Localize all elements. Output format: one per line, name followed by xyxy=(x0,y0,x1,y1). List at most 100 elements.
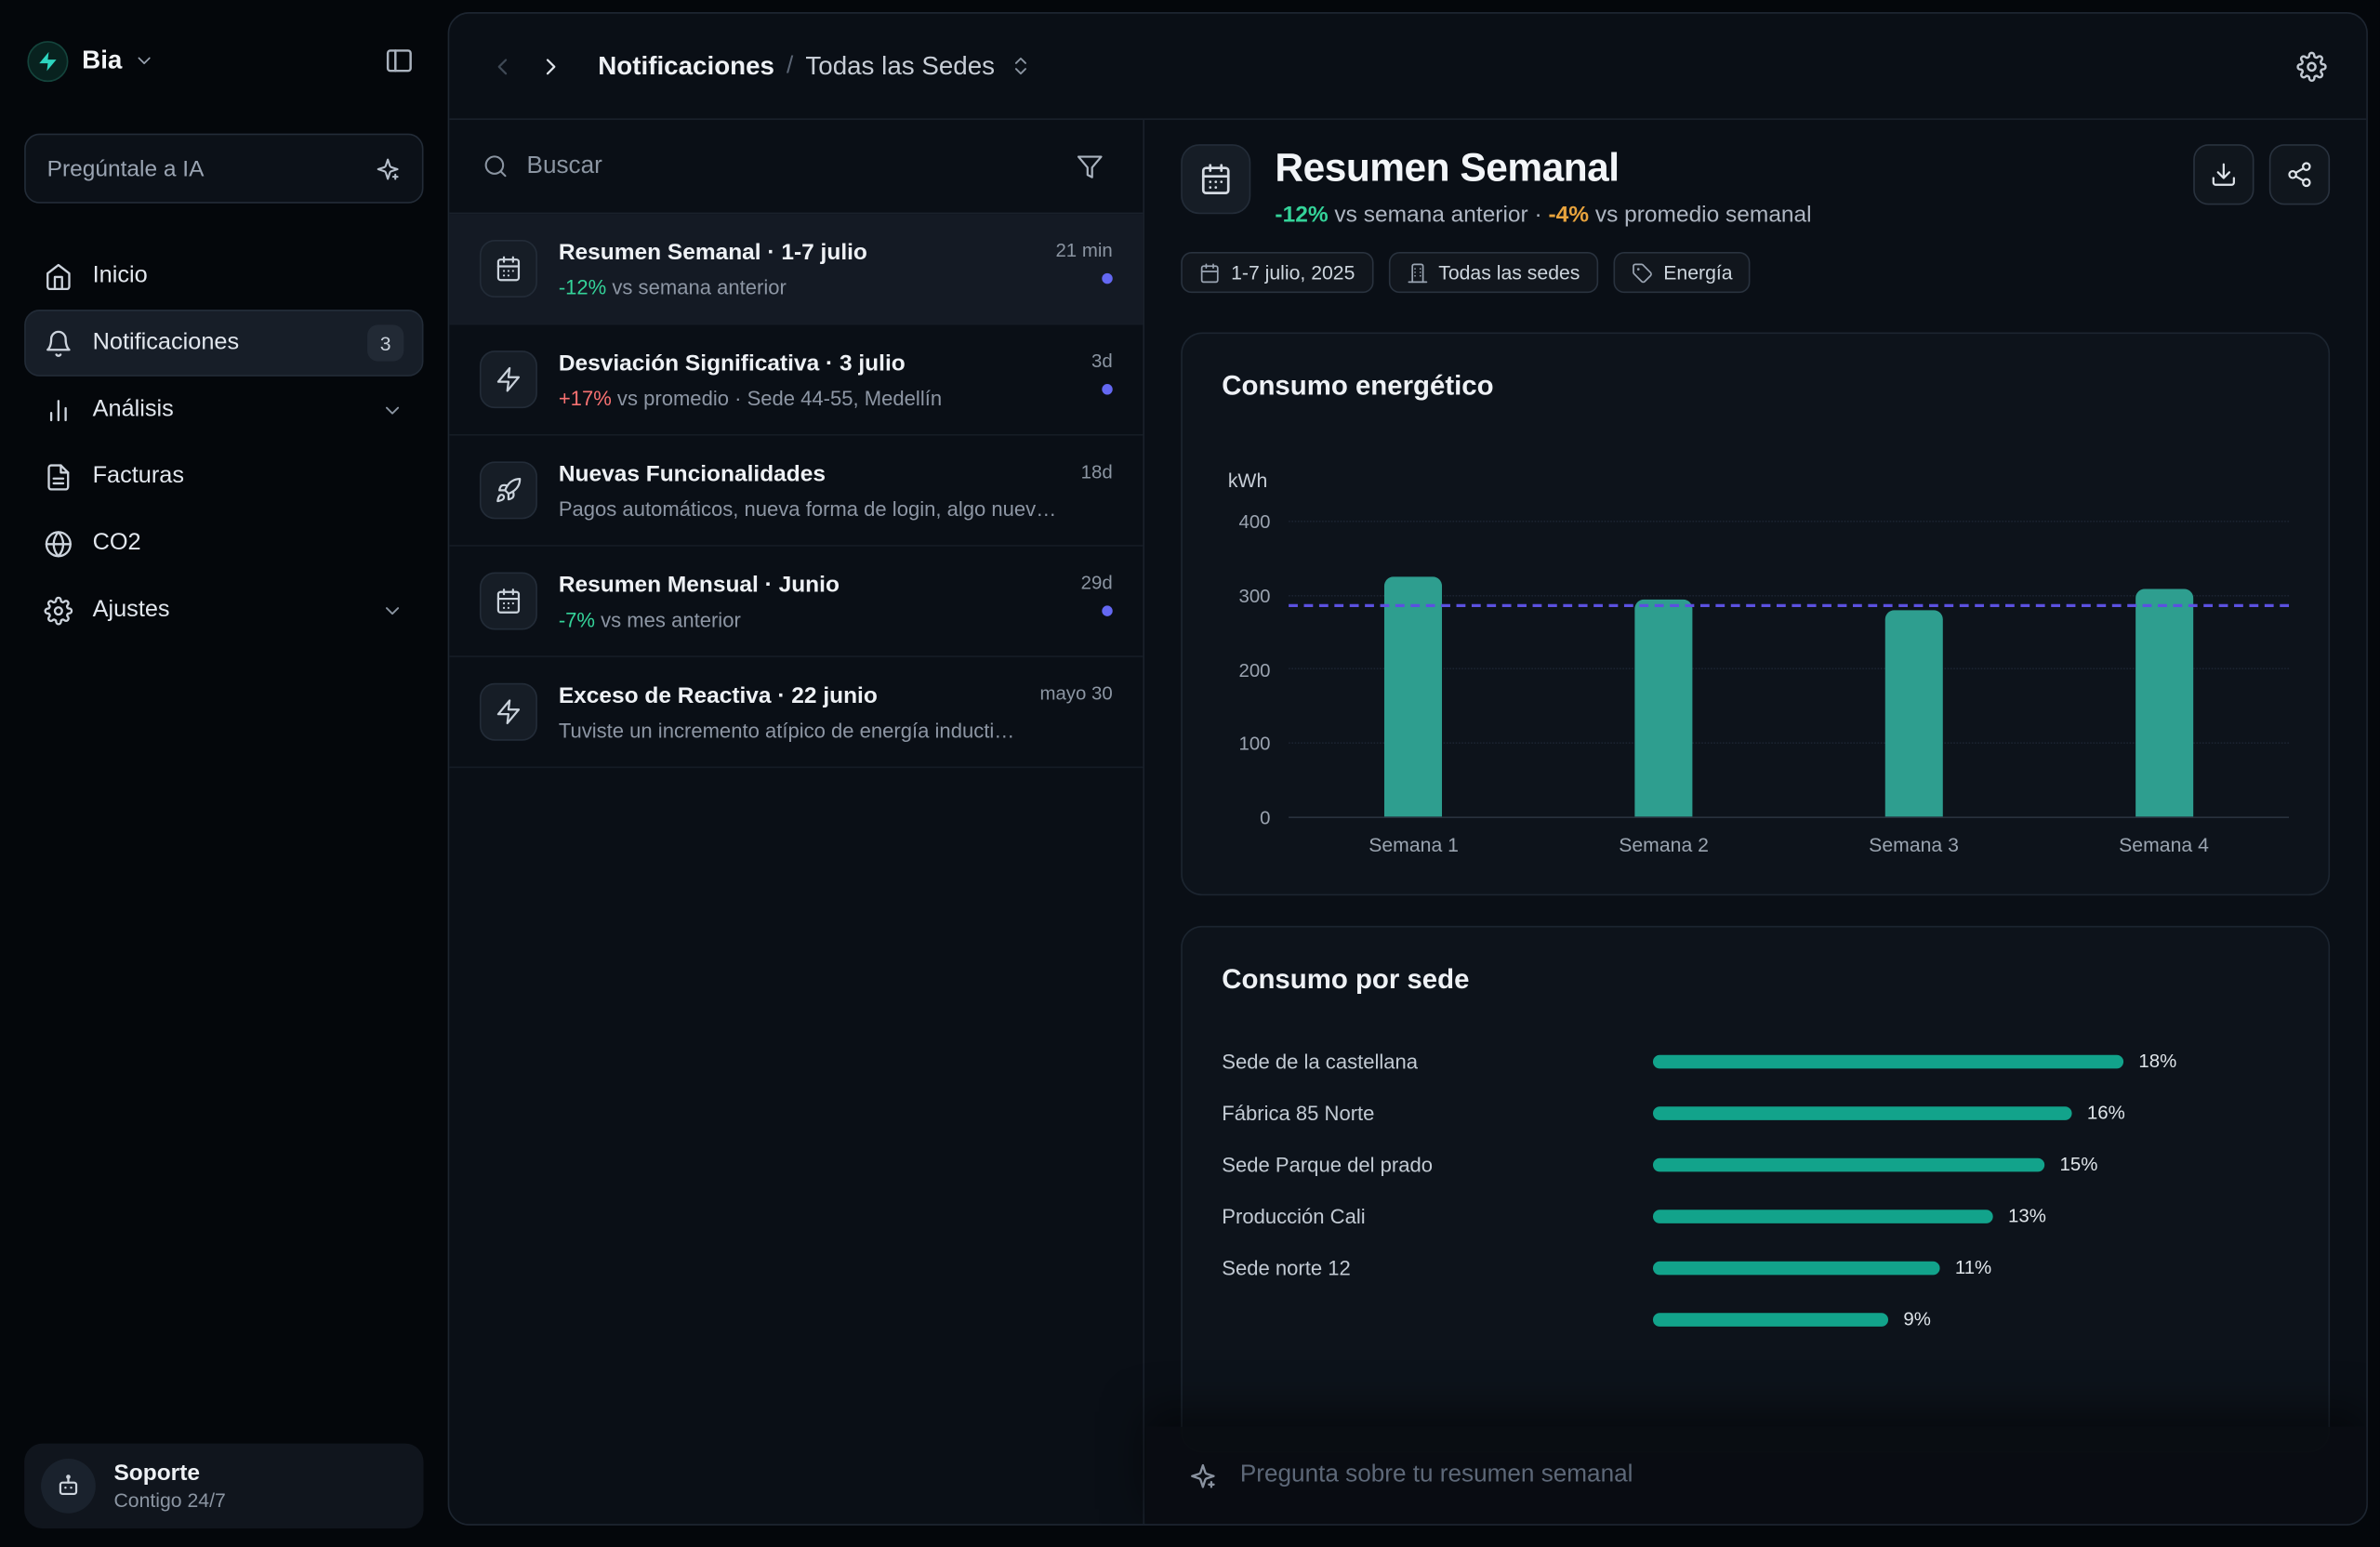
support-subtitle: Contigo 24/7 xyxy=(113,1489,225,1512)
detail-actions xyxy=(2193,144,2330,205)
rocket-icon xyxy=(480,461,537,519)
site-row: Sede Parque del prado 15% xyxy=(1222,1138,2289,1190)
bar-semana-3[interactable] xyxy=(1885,611,1943,817)
filter-funnel-icon[interactable] xyxy=(1070,147,1109,186)
notification-subtitle: +17% vs promedio · Sede 44-55, Medellín xyxy=(559,387,1070,409)
delta-vs-week: -12% xyxy=(1275,202,1328,228)
chip-sites[interactable]: Todas las sedes xyxy=(1388,252,1598,293)
notification-time: 29d xyxy=(1081,573,1113,594)
consumption-by-site-card: Consumo por sede Sede de la castellana 18… xyxy=(1181,926,2330,1453)
calendar-icon xyxy=(1181,144,1250,214)
unread-dot xyxy=(1102,273,1112,284)
sidebar-item-notificaciones[interactable]: Notificaciones 3 xyxy=(24,310,423,377)
site-bar[interactable] xyxy=(1653,1105,2072,1119)
site-row: Fábrica 85 Norte16% xyxy=(1222,1087,2289,1139)
notification-texts: Resumen Semanal · 1-7 julio -12% vs sema… xyxy=(559,240,1035,299)
page-title: Resumen Semanal xyxy=(1275,144,1811,192)
tag-icon xyxy=(1632,262,1653,284)
app-root: Bia Inicio Notificaciones 3 xyxy=(0,0,2380,1547)
notification-item-resumen-semanal[interactable]: Resumen Semanal · 1-7 julio -12% vs sema… xyxy=(449,214,1143,324)
site-value: 18% xyxy=(2138,1051,2176,1072)
download-button[interactable] xyxy=(2193,144,2254,205)
sidebar-item-analisis[interactable]: Análisis xyxy=(24,377,423,443)
app-logo-icon xyxy=(27,40,68,81)
ask-ai-box xyxy=(24,134,423,204)
invoice-icon xyxy=(44,462,73,491)
card-title: Consumo energético xyxy=(1222,370,2289,402)
globe-icon xyxy=(44,529,73,558)
notification-item-resumen-mensual[interactable]: Resumen Mensual · Junio -7% vs mes anter… xyxy=(449,547,1143,657)
site-bar[interactable] xyxy=(1653,1157,2044,1171)
site-bar[interactable] xyxy=(1653,1261,1940,1275)
calendar-icon xyxy=(480,240,537,298)
site-bar[interactable] xyxy=(1653,1209,1993,1223)
y-tick: 400 xyxy=(1238,511,1270,533)
brand-menu-chevron-icon[interactable] xyxy=(134,50,155,72)
share-button[interactable] xyxy=(2269,144,2330,205)
notifications-count-badge: 3 xyxy=(367,324,403,361)
notification-meta: 29d xyxy=(1081,573,1113,632)
notification-meta: 21 min xyxy=(1055,240,1112,299)
energy-plot xyxy=(1289,522,2289,818)
sidebar-item-facturas[interactable]: Facturas xyxy=(24,443,423,510)
sidebar-item-co2[interactable]: CO2 xyxy=(24,510,423,577)
notification-texts: Desviación Significativa · 3 julio +17% … xyxy=(559,350,1070,410)
support-card[interactable]: Soporte Contigo 24/7 xyxy=(24,1444,423,1528)
filter-chips: 1-7 julio, 2025 Todas las sedes Energía xyxy=(1181,252,2330,293)
ask-ai-input[interactable] xyxy=(47,155,364,181)
site-label: Producción Cali xyxy=(1222,1205,1653,1227)
search-icon xyxy=(483,153,509,179)
notification-subtitle: Pagos automáticos, nueva forma de login,… xyxy=(559,498,1060,521)
lightning-icon xyxy=(480,350,537,408)
bar-semana-2[interactable] xyxy=(1635,600,1693,817)
breadcrumb-section[interactable]: Notificaciones xyxy=(598,51,774,82)
notification-title: Resumen Mensual · Junio xyxy=(559,573,1060,599)
chip-date-range[interactable]: 1-7 julio, 2025 xyxy=(1181,252,1373,293)
sparkles-icon xyxy=(1188,1461,1217,1489)
notification-subtitle: -7% vs mes anterior xyxy=(559,609,1060,631)
history-forward-button[interactable] xyxy=(531,46,570,86)
calendar-icon xyxy=(480,573,537,630)
bar-semana-4[interactable] xyxy=(2135,588,2193,816)
notification-meta: mayo 30 xyxy=(1039,683,1112,743)
settings-gear-button[interactable] xyxy=(2291,45,2334,87)
notification-subtitle: Tuviste un incremento atípico de energía… xyxy=(559,720,1019,742)
notification-texts: Nuevas Funcionalidades Pagos automáticos… xyxy=(559,461,1060,521)
site-bar[interactable] xyxy=(1653,1312,1888,1326)
notification-item-nuevas-funcionalidades[interactable]: Nuevas Funcionalidades Pagos automáticos… xyxy=(449,436,1143,547)
notification-time: 3d xyxy=(1091,350,1113,372)
notification-item-exceso-de-reactiva[interactable]: Exceso de Reactiva · 22 junio Tuviste un… xyxy=(449,657,1143,768)
site-value: 15% xyxy=(2060,1154,2098,1175)
chip-energy[interactable]: Energía xyxy=(1613,252,1751,293)
chat-input[interactable] xyxy=(1240,1461,2324,1488)
calendar-icon xyxy=(1199,262,1221,284)
sidebar-collapse-button[interactable] xyxy=(378,39,421,82)
notification-time: 18d xyxy=(1081,461,1113,483)
x-tick-label: Semana 1 xyxy=(1289,833,1539,855)
sidebar-item-inicio[interactable]: Inicio xyxy=(24,243,423,310)
breadcrumb-page[interactable]: Todas las Sedes xyxy=(805,51,995,82)
bar-cell xyxy=(2039,522,2289,817)
card-title: Consumo por sede xyxy=(1222,964,2289,996)
chip-label: 1-7 julio, 2025 xyxy=(1231,261,1355,284)
breadcrumb-separator: / xyxy=(787,52,793,79)
site-label: Sede Parque del prado xyxy=(1222,1153,1653,1175)
chip-label: Todas las sedes xyxy=(1438,261,1580,284)
sede-rows: Sede de la castellana 18% Fábrica 85 Norte… xyxy=(1222,1035,2289,1344)
search-row xyxy=(449,120,1143,214)
site-selector-chevrons-icon[interactable] xyxy=(1007,52,1036,81)
support-title: Soporte xyxy=(113,1461,225,1487)
site-label: Sede de la castellana xyxy=(1222,1050,1653,1072)
bar-semana-1[interactable] xyxy=(1385,577,1443,816)
detail-summary: -12% vs semana anterior · -4% vs promedi… xyxy=(1275,202,1811,228)
history-back-button[interactable] xyxy=(483,46,522,86)
search-input[interactable] xyxy=(527,152,1052,179)
brand-name: Bia xyxy=(82,46,122,76)
y-tick: 200 xyxy=(1238,659,1270,681)
sidebar-item-ajustes[interactable]: Ajustes xyxy=(24,576,423,643)
notification-item-desviacion-significativa[interactable]: Desviación Significativa · 3 julio +17% … xyxy=(449,324,1143,435)
site-bar[interactable] xyxy=(1653,1054,2123,1068)
y-tick: 300 xyxy=(1238,586,1270,607)
x-tick-label: Semana 3 xyxy=(1789,833,2039,855)
bar-cell xyxy=(1289,522,1539,817)
